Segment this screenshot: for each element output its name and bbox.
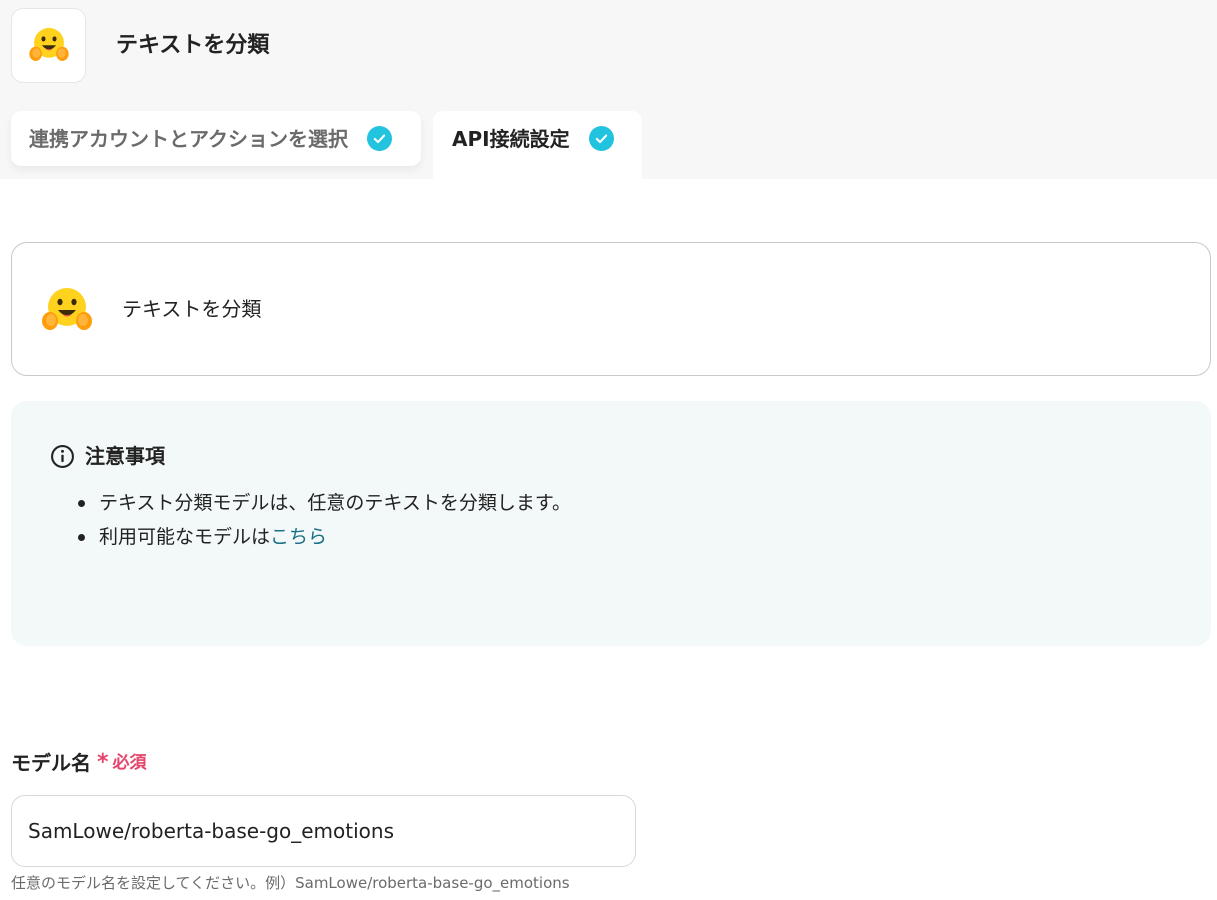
notice-item: 利用可能なモデルはこちら <box>51 520 571 554</box>
hugging-face-emoji-icon <box>39 283 95 339</box>
required-badge: 必須 <box>112 753 147 773</box>
notice-item: テキスト分類モデルは、任意のテキストを分類します。 <box>51 486 571 520</box>
notice-list: テキスト分類モデルは、任意のテキストを分類します。 利用可能なモデルはこちら <box>51 486 571 554</box>
action-card-title: テキストを分類 <box>122 297 262 321</box>
models-link[interactable]: こちら <box>270 526 327 548</box>
required-asterisk: * <box>97 750 109 775</box>
notice-title: 注意事項 <box>85 444 165 468</box>
model-name-input[interactable] <box>11 795 636 867</box>
tab-label: API接続設定 <box>452 126 570 151</box>
model-name-label: モデル名 * 必須 <box>11 748 147 778</box>
tab-api-settings[interactable]: API接続設定 <box>433 111 642 179</box>
tab-label: 連携アカウントとアクションを選択 <box>29 126 348 151</box>
notice-item-text: 利用可能なモデルは <box>99 526 271 548</box>
check-circle-icon <box>588 126 614 151</box>
model-name-help: 任意のモデル名を設定してください。例）SamLowe/roberta-base-… <box>11 874 570 892</box>
field-label-text: モデル名 <box>11 751 91 775</box>
action-card: テキストを分類 <box>11 242 1211 376</box>
page-title: テキストを分類 <box>116 33 270 58</box>
hugging-face-emoji-icon <box>28 27 69 61</box>
check-circle-icon <box>367 126 392 151</box>
notice-box: 注意事項 テキスト分類モデルは、任意のテキストを分類します。 利用可能なモデルは… <box>11 401 1211 646</box>
app-icon <box>11 8 86 83</box>
tab-select-account-action[interactable]: 連携アカウントとアクションを選択 <box>11 111 421 166</box>
notice-item-text: テキスト分類モデルは、任意のテキストを分類します。 <box>99 492 571 514</box>
notice-header: 注意事項 <box>50 442 165 470</box>
info-icon <box>51 444 74 468</box>
